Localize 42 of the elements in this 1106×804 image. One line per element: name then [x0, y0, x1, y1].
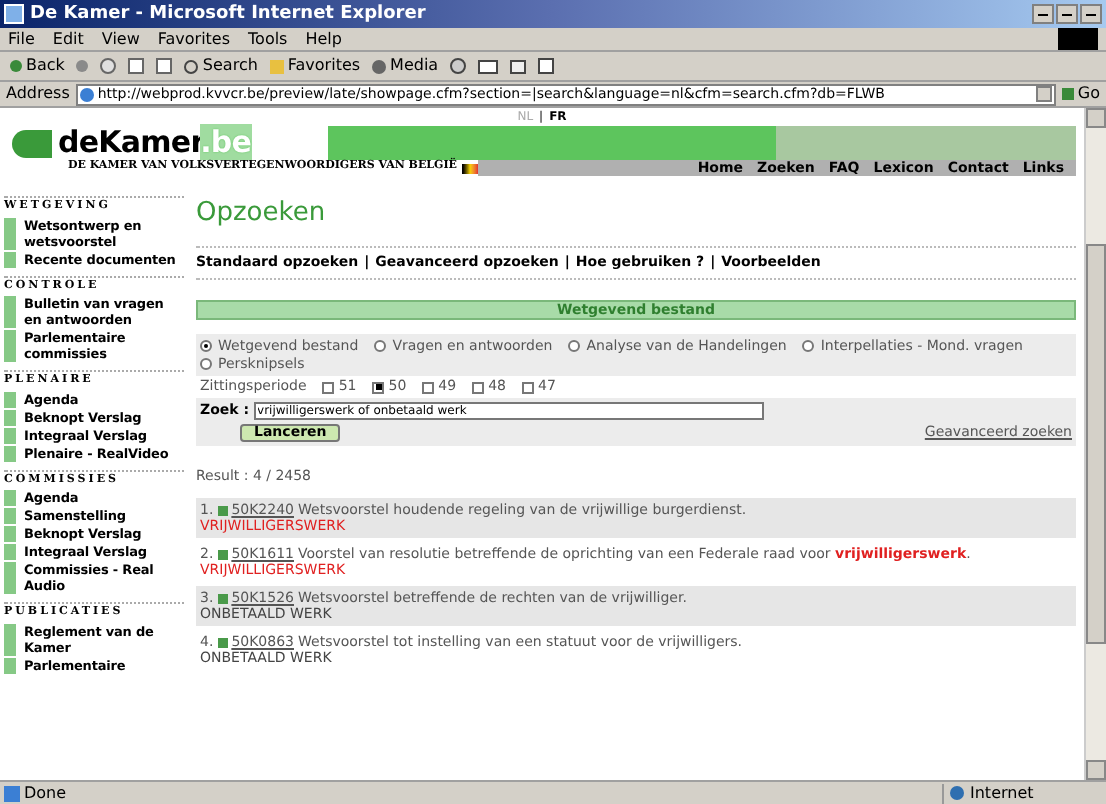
search-button[interactable]: Search [184, 54, 258, 78]
menu-item[interactable]: Help [305, 31, 342, 47]
menu-item[interactable]: Tools [248, 31, 288, 47]
history-icon [450, 58, 467, 74]
radio-button[interactable] [802, 340, 815, 352]
address-label: Address [6, 86, 70, 102]
minimize-button[interactable] [1032, 4, 1054, 24]
menu-item[interactable]: File [8, 31, 35, 47]
checkbox[interactable] [422, 381, 435, 393]
checkbox[interactable] [472, 381, 485, 393]
scrollbar[interactable] [1084, 108, 1106, 780]
radio-button[interactable] [568, 340, 581, 352]
zone-text: Internet [970, 785, 1034, 801]
stop-icon [100, 58, 117, 74]
go-button[interactable]: Go [1061, 86, 1100, 102]
media-button[interactable]: Media [372, 54, 439, 78]
page-title: Opzoeken [196, 200, 328, 226]
radio-button[interactable] [200, 358, 212, 370]
belgian-flag-icon [462, 163, 478, 173]
checkbox[interactable] [372, 381, 385, 393]
document-icon [217, 637, 228, 647]
favorites-button[interactable]: Favorites [269, 54, 361, 78]
checkbox[interactable] [322, 381, 335, 393]
status-text: Done [24, 785, 67, 801]
document-icon [217, 593, 228, 603]
page-status-icon [4, 785, 20, 801]
menu-item[interactable]: View [101, 31, 140, 47]
radio-button[interactable] [374, 340, 387, 352]
menu-item[interactable]: Edit [52, 31, 84, 47]
menu-item[interactable]: Favorites [157, 31, 231, 47]
document-icon [217, 505, 228, 515]
site-logo: deKamer.be [58, 128, 252, 158]
app-icon [4, 4, 24, 24]
back-button[interactable]: Back [6, 54, 65, 78]
page-icon [79, 87, 94, 101]
radio-button[interactable] [200, 340, 212, 352]
media-icon [372, 59, 387, 73]
window-title: De Kamer - Microsoft Internet Explorer [30, 5, 426, 23]
checkbox[interactable] [522, 381, 534, 393]
globe-icon [950, 786, 964, 800]
document-icon [217, 549, 228, 559]
search-icon [184, 59, 199, 73]
